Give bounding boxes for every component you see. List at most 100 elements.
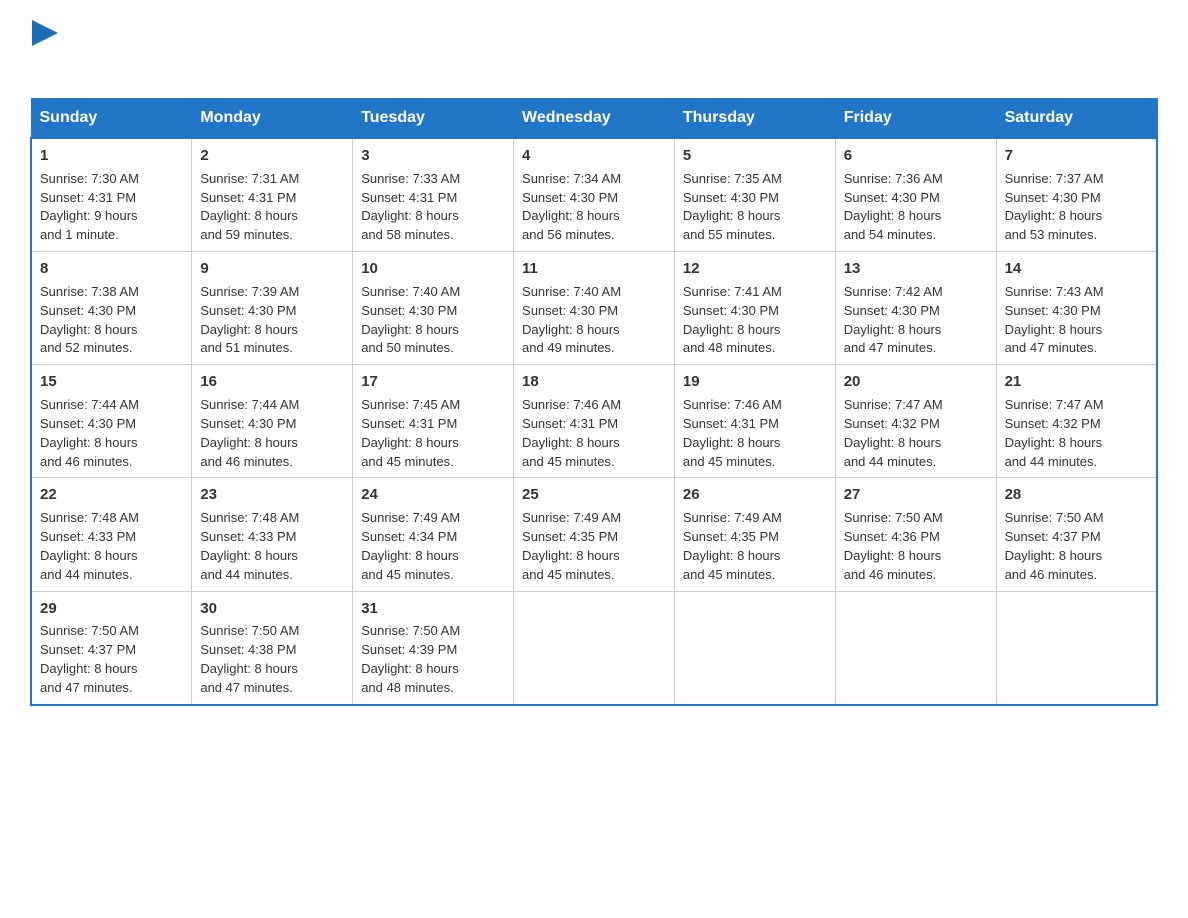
daylight-text2: and 51 minutes. (200, 340, 293, 355)
daylight-text: Daylight: 8 hours (683, 208, 781, 223)
daylight-text2: and 46 minutes. (844, 567, 937, 582)
logo (30, 20, 58, 80)
day-number: 14 (1005, 258, 1148, 280)
daylight-text2: and 45 minutes. (522, 454, 615, 469)
page-header (30, 20, 1158, 80)
daylight-text: Daylight: 8 hours (522, 548, 620, 563)
calendar-cell: 16Sunrise: 7:44 AMSunset: 4:30 PMDayligh… (192, 365, 353, 478)
calendar-cell: 14Sunrise: 7:43 AMSunset: 4:30 PMDayligh… (996, 252, 1157, 365)
daylight-text: Daylight: 8 hours (683, 435, 781, 450)
week-row-2: 8Sunrise: 7:38 AMSunset: 4:30 PMDaylight… (31, 252, 1157, 365)
sunrise-text: Sunrise: 7:33 AM (361, 171, 460, 186)
day-number: 22 (40, 484, 183, 506)
day-number: 24 (361, 484, 505, 506)
day-number: 11 (522, 258, 666, 280)
daylight-text2: and 47 minutes. (200, 680, 293, 695)
day-number: 4 (522, 145, 666, 167)
sunset-text: Sunset: 4:34 PM (361, 529, 457, 544)
daylight-text: Daylight: 8 hours (522, 322, 620, 337)
daylight-text2: and 44 minutes. (844, 454, 937, 469)
calendar-cell: 19Sunrise: 7:46 AMSunset: 4:31 PMDayligh… (674, 365, 835, 478)
calendar-cell: 22 Sunrise: 7:48 AM Sunset: 4:33 PM Dayligh… (31, 478, 192, 591)
sunset-text: Sunset: 4:30 PM (1005, 190, 1101, 205)
daylight-text2: and 45 minutes. (683, 567, 776, 582)
daylight-text: Daylight: 8 hours (1005, 322, 1103, 337)
daylight-text: Daylight: 8 hours (683, 322, 781, 337)
sunrise-text: Sunrise: 7:35 AM (683, 171, 782, 186)
sunset-text: Sunset: 4:39 PM (361, 642, 457, 657)
sunrise-text: Sunrise: 7:48 AM (40, 510, 139, 525)
daylight-text: Daylight: 8 hours (40, 322, 138, 337)
daylight-text: Daylight: 8 hours (361, 661, 459, 676)
calendar-cell: 10Sunrise: 7:40 AMSunset: 4:30 PMDayligh… (353, 252, 514, 365)
day-number: 5 (683, 145, 827, 167)
sunrise-text: Sunrise: 7:49 AM (683, 510, 782, 525)
sunrise-text: Sunrise: 7:50 AM (1005, 510, 1104, 525)
day-number: 9 (200, 258, 344, 280)
sunset-text: Sunset: 4:35 PM (522, 529, 618, 544)
day-number: 26 (683, 484, 827, 506)
calendar-cell (996, 591, 1157, 705)
daylight-text: Daylight: 8 hours (844, 435, 942, 450)
day-number: 30 (200, 598, 344, 620)
header-saturday: Saturday (996, 99, 1157, 139)
day-number: 8 (40, 258, 183, 280)
daylight-text2: and 48 minutes. (361, 680, 454, 695)
day-number: 6 (844, 145, 988, 167)
day-number: 29 (40, 598, 183, 620)
daylight-text2: and 50 minutes. (361, 340, 454, 355)
sunset-text: Sunset: 4:30 PM (1005, 303, 1101, 318)
sunset-text: Sunset: 4:30 PM (522, 303, 618, 318)
calendar-cell: 9Sunrise: 7:39 AMSunset: 4:30 PMDaylight… (192, 252, 353, 365)
sunset-text: Sunset: 4:37 PM (40, 642, 136, 657)
daylight-text: Daylight: 8 hours (40, 548, 138, 563)
calendar-cell: 25Sunrise: 7:49 AMSunset: 4:35 PMDayligh… (514, 478, 675, 591)
sunset-text: Sunset: 4:31 PM (40, 190, 136, 205)
sunrise-text: Sunrise: 7:30 AM (40, 171, 139, 186)
sunset-text: Sunset: 4:33 PM (40, 529, 136, 544)
calendar-cell: 29Sunrise: 7:50 AMSunset: 4:37 PMDayligh… (31, 591, 192, 705)
day-number: 21 (1005, 371, 1148, 393)
daylight-text: Daylight: 8 hours (200, 661, 298, 676)
calendar-cell (674, 591, 835, 705)
sunrise-text: Sunrise: 7:50 AM (40, 623, 139, 638)
daylight-text: Daylight: 8 hours (361, 548, 459, 563)
daylight-text2: and 55 minutes. (683, 227, 776, 242)
sunset-text: Sunset: 4:31 PM (361, 190, 457, 205)
day-number: 15 (40, 371, 183, 393)
calendar-cell: 27Sunrise: 7:50 AMSunset: 4:36 PMDayligh… (835, 478, 996, 591)
daylight-text2: and 46 minutes. (200, 454, 293, 469)
daylight-text2: and 45 minutes. (361, 567, 454, 582)
daylight-text: Daylight: 8 hours (1005, 548, 1103, 563)
sunset-text: Sunset: 4:31 PM (522, 416, 618, 431)
days-header-row: SundayMondayTuesdayWednesdayThursdayFrid… (31, 99, 1157, 139)
logo-triangle-icon (32, 20, 58, 46)
day-number: 16 (200, 371, 344, 393)
day-number: 17 (361, 371, 505, 393)
calendar-cell: 31Sunrise: 7:50 AMSunset: 4:39 PMDayligh… (353, 591, 514, 705)
week-row-4: 22 Sunrise: 7:48 AM Sunset: 4:33 PM Dayligh… (31, 478, 1157, 591)
calendar-cell: 2Sunrise: 7:31 AMSunset: 4:31 PMDaylight… (192, 138, 353, 252)
sunset-text: Sunset: 4:30 PM (683, 190, 779, 205)
daylight-text2: and 44 minutes. (1005, 454, 1098, 469)
header-monday: Monday (192, 99, 353, 139)
week-row-5: 29 Sunrise: 7:50 AM Sunset: 4:37 PM Dayligh… (31, 591, 1157, 705)
daylight-text2: and 47 minutes. (40, 680, 133, 695)
calendar-cell: 21Sunrise: 7:47 AMSunset: 4:32 PMDayligh… (996, 365, 1157, 478)
header-wednesday: Wednesday (514, 99, 675, 139)
day-number: 10 (361, 258, 505, 280)
day-number: 20 (844, 371, 988, 393)
sunset-text: Sunset: 4:30 PM (200, 303, 296, 318)
daylight-text2: and 44 minutes. (40, 567, 133, 582)
sunset-text: Sunset: 4:32 PM (844, 416, 940, 431)
daylight-text: Daylight: 8 hours (683, 548, 781, 563)
calendar-cell: 5 Sunrise: 7:35 AM Sunset: 4:30 PM Daylight… (674, 138, 835, 252)
daylight-text2: and 46 minutes. (40, 454, 133, 469)
sunrise-text: Sunrise: 7:50 AM (200, 623, 299, 638)
daylight-text: Daylight: 8 hours (40, 435, 138, 450)
daylight-text2: and 49 minutes. (522, 340, 615, 355)
sunset-text: Sunset: 4:30 PM (40, 416, 136, 431)
calendar-cell: 20Sunrise: 7:47 AMSunset: 4:32 PMDayligh… (835, 365, 996, 478)
sunrise-text: Sunrise: 7:50 AM (361, 623, 460, 638)
sunset-text: Sunset: 4:30 PM (844, 303, 940, 318)
